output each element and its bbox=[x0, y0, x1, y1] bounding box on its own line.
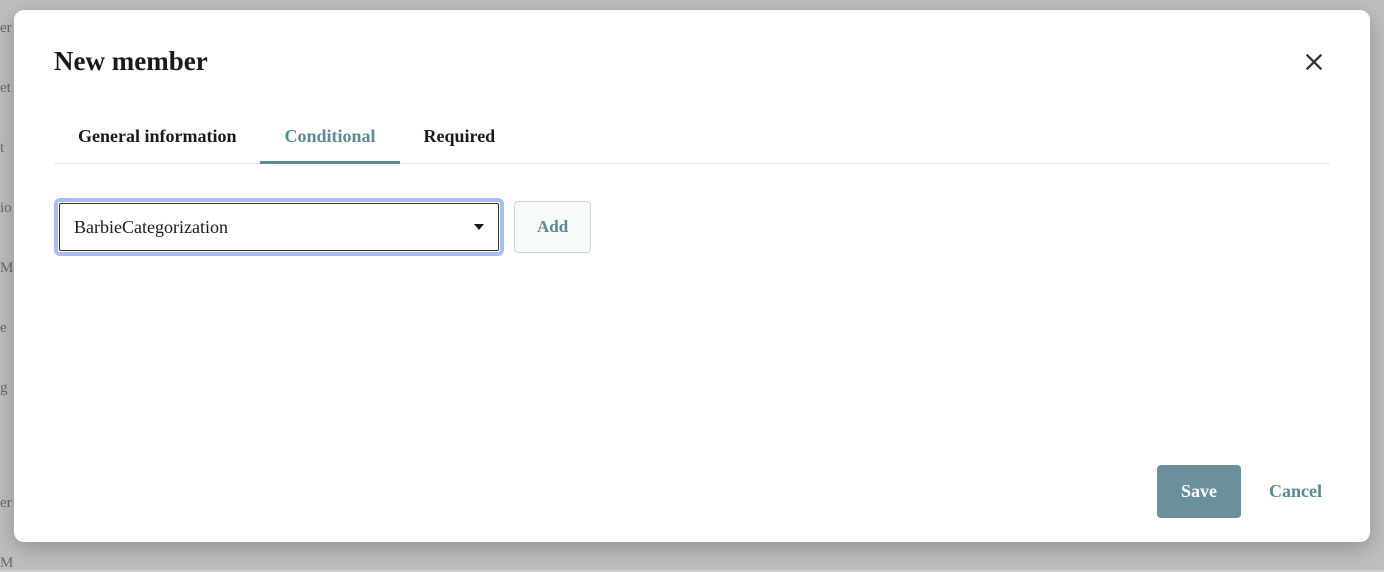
tab-general-information[interactable]: General information bbox=[54, 116, 260, 164]
condition-select[interactable]: BarbieCategorization bbox=[54, 198, 504, 256]
modal-title: New member bbox=[54, 46, 208, 77]
add-button[interactable]: Add bbox=[514, 201, 591, 253]
chevron-down-icon bbox=[474, 224, 484, 230]
tab-required[interactable]: Required bbox=[400, 116, 520, 164]
cancel-button[interactable]: Cancel bbox=[1269, 481, 1330, 502]
modal-footer: Save Cancel bbox=[54, 445, 1330, 518]
tab-bar: General information Conditional Required bbox=[54, 116, 1330, 164]
tab-conditional[interactable]: Conditional bbox=[260, 116, 399, 164]
modal-header: New member bbox=[54, 46, 1330, 78]
save-button[interactable]: Save bbox=[1157, 465, 1241, 518]
condition-select-inner: BarbieCategorization bbox=[59, 203, 499, 251]
condition-select-value: BarbieCategorization bbox=[74, 217, 474, 238]
close-button[interactable] bbox=[1298, 46, 1330, 78]
close-icon bbox=[1303, 51, 1325, 73]
new-member-modal: New member General information Condition… bbox=[14, 10, 1370, 542]
conditional-field-row: BarbieCategorization Add bbox=[54, 198, 1330, 256]
